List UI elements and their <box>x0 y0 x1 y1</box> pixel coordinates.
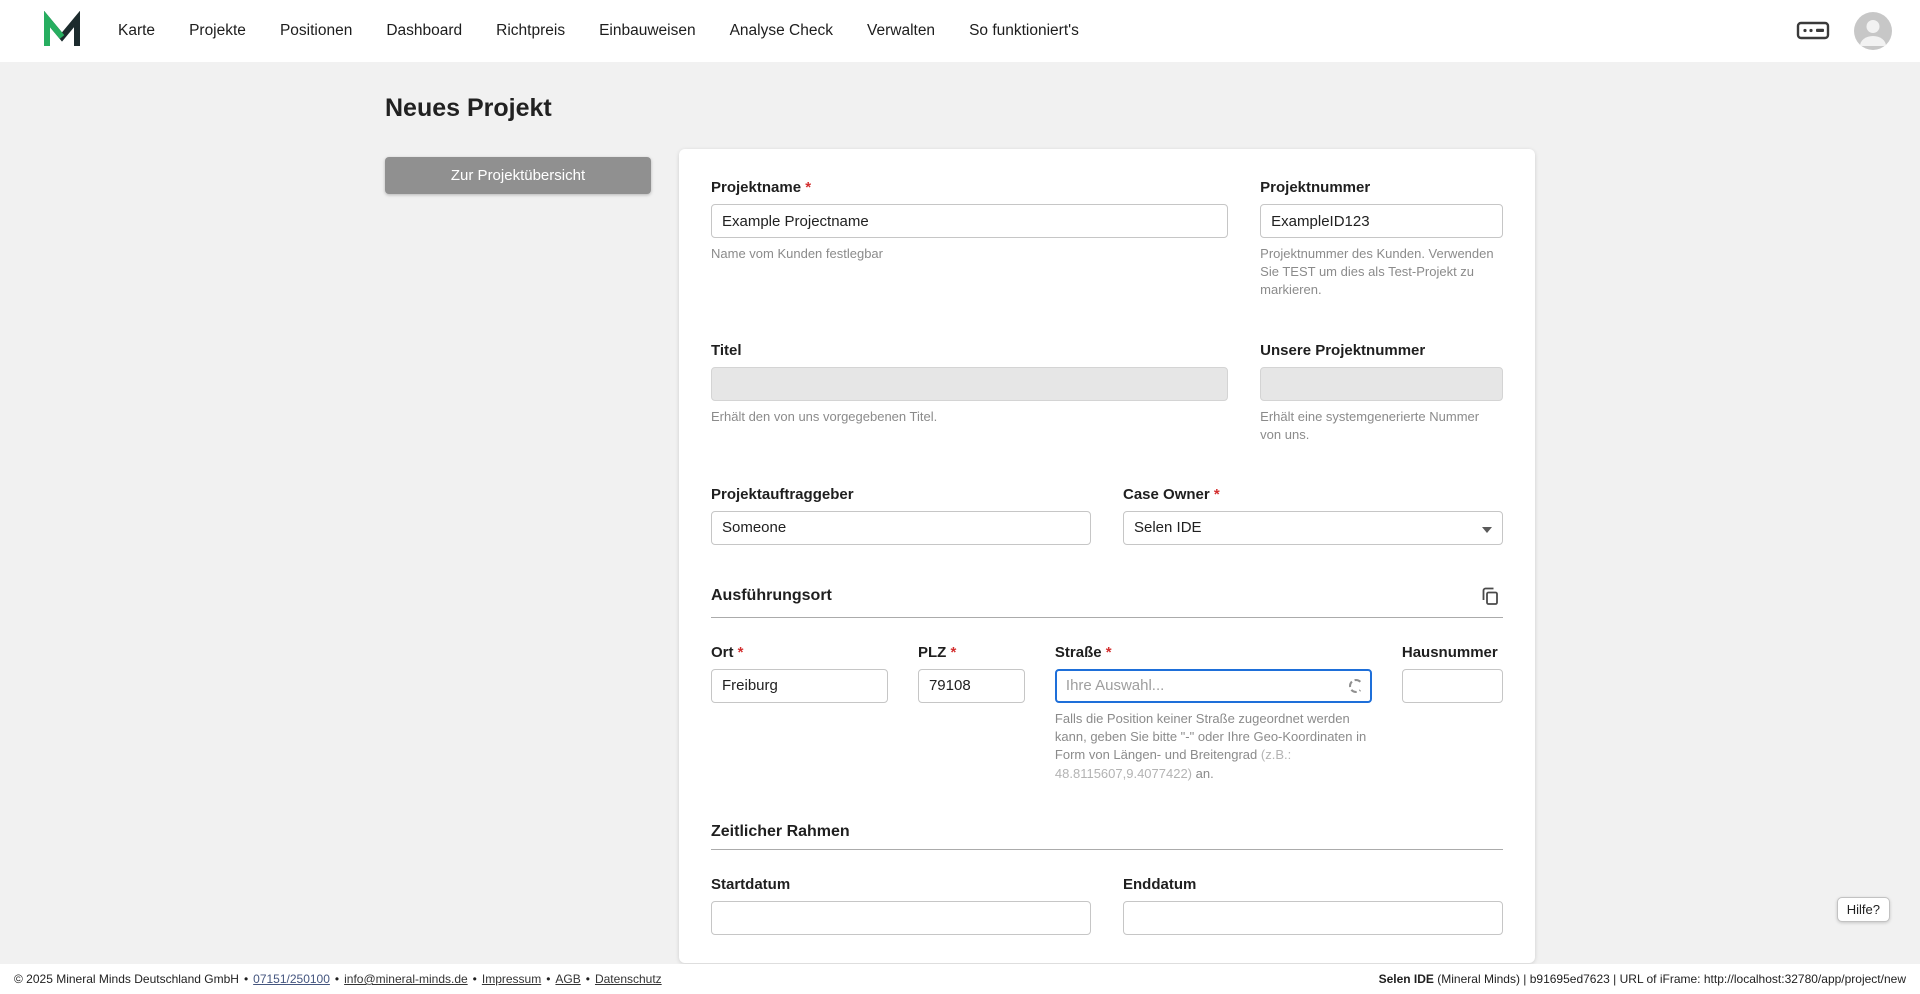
user-avatar-icon[interactable] <box>1854 12 1892 50</box>
brand-logo-icon[interactable] <box>40 9 84 53</box>
required-asterisk: * <box>1106 644 1112 661</box>
nav-item-verwalten[interactable]: Verwalten <box>867 22 935 40</box>
footer-separator: • <box>546 972 550 986</box>
titel-helper: Erhält den von uns vorgegebenen Titel. <box>711 408 1228 426</box>
hausnummer-label: Hausnummer <box>1402 644 1503 661</box>
footer-user-name: Selen IDE <box>1379 972 1434 986</box>
copy-icon[interactable] <box>1477 583 1503 609</box>
main-nav: Karte Projekte Positionen Dashboard Rich… <box>118 22 1079 40</box>
unsere-projektnummer-helper: Erhält eine systemgenerierte Nummer von … <box>1260 408 1503 444</box>
nav-item-positionen[interactable]: Positionen <box>280 22 352 40</box>
footer-copyright: © 2025 Mineral Minds Deutschland GmbH <box>14 972 239 986</box>
required-asterisk: * <box>950 644 956 661</box>
titel-label: Titel <box>711 342 1228 359</box>
strasse-helper: Falls die Position keiner Straße zugeord… <box>1055 710 1372 783</box>
top-nav-bar: Karte Projekte Positionen Dashboard Rich… <box>0 0 1920 62</box>
help-button[interactable]: Hilfe? <box>1837 897 1890 922</box>
server-icon[interactable] <box>1794 16 1832 46</box>
case-owner-select[interactable]: Selen IDE <box>1123 511 1503 545</box>
nav-item-so-funktionierts[interactable]: So funktioniert's <box>969 22 1079 40</box>
project-overview-button[interactable]: Zur Projektübersicht <box>385 157 651 194</box>
footer-session-details: (Mineral Minds) | b91695ed7623 | URL of … <box>1434 972 1906 986</box>
titel-input <box>711 367 1228 401</box>
footer-agb-link[interactable]: AGB <box>555 972 580 986</box>
projektname-helper: Name vom Kunden festlegbar <box>711 245 1228 263</box>
ort-label: Ort * <box>711 644 888 661</box>
strasse-label: Straße * <box>1055 644 1372 661</box>
page-title: Neues Projekt <box>385 94 1535 123</box>
hausnummer-input[interactable] <box>1402 669 1503 703</box>
plz-label: PLZ * <box>918 644 1025 661</box>
nav-item-dashboard[interactable]: Dashboard <box>386 22 462 40</box>
footer-separator: • <box>586 972 590 986</box>
required-asterisk: * <box>1214 486 1220 503</box>
startdatum-label: Startdatum <box>711 876 1091 893</box>
zeitlicher-rahmen-heading: Zeitlicher Rahmen <box>711 823 850 841</box>
projektauftraggeber-label: Projektauftraggeber <box>711 486 1091 503</box>
projektauftraggeber-input[interactable] <box>711 511 1091 545</box>
footer-email-link[interactable]: info@mineral-minds.de <box>344 972 468 986</box>
enddatum-label: Enddatum <box>1123 876 1503 893</box>
unsere-projektnummer-label: Unsere Projektnummer <box>1260 342 1503 359</box>
footer-datenschutz-link[interactable]: Datenschutz <box>595 972 662 986</box>
projektnummer-label: Projektnummer <box>1260 179 1503 196</box>
enddatum-input[interactable] <box>1123 901 1503 935</box>
nav-item-projekte[interactable]: Projekte <box>189 22 246 40</box>
footer-separator: • <box>244 972 248 986</box>
ausfuehrungsort-heading: Ausführungsort <box>711 587 832 605</box>
zeitlicher-rahmen-section-header: Zeitlicher Rahmen <box>711 823 1503 850</box>
chevron-down-icon <box>1482 527 1492 533</box>
footer-session-info: Selen IDE (Mineral Minds) | b91695ed7623… <box>1379 972 1906 986</box>
footer-impressum-link[interactable]: Impressum <box>482 972 541 986</box>
ort-input[interactable] <box>711 669 888 703</box>
projektnummer-input[interactable] <box>1260 204 1503 238</box>
main-content: Neues Projekt Zur Projektübersicht Proje… <box>0 62 1920 964</box>
footer-phone-link[interactable]: 07151/250100 <box>253 972 330 986</box>
plz-input[interactable] <box>918 669 1025 703</box>
ausfuehrungsort-section-header: Ausführungsort <box>711 583 1503 618</box>
case-owner-value: Selen IDE <box>1134 519 1202 536</box>
nav-item-richtpreis[interactable]: Richtpreis <box>496 22 565 40</box>
nav-item-analyse-check[interactable]: Analyse Check <box>730 22 833 40</box>
nav-item-einbauweisen[interactable]: Einbauweisen <box>599 22 696 40</box>
case-owner-label: Case Owner * <box>1123 486 1503 503</box>
footer: © 2025 Mineral Minds Deutschland GmbH • … <box>0 964 1920 994</box>
projektnummer-helper: Projektnummer des Kunden. Verwenden Sie … <box>1260 245 1503 300</box>
projektname-label: Projektname * <box>711 179 1228 196</box>
required-asterisk: * <box>805 179 811 196</box>
projektname-input[interactable] <box>711 204 1228 238</box>
footer-separator: • <box>473 972 477 986</box>
required-asterisk: * <box>738 644 744 661</box>
loading-spinner-icon <box>1349 679 1363 693</box>
strasse-input[interactable] <box>1055 669 1372 703</box>
startdatum-input[interactable] <box>711 901 1091 935</box>
project-form-card: Projektname * Name vom Kunden festlegbar… <box>679 149 1535 963</box>
app-viewport: Karte Projekte Positionen Dashboard Rich… <box>0 0 1920 994</box>
footer-separator: • <box>335 972 339 986</box>
unsere-projektnummer-input <box>1260 367 1503 401</box>
nav-item-karte[interactable]: Karte <box>118 22 155 40</box>
